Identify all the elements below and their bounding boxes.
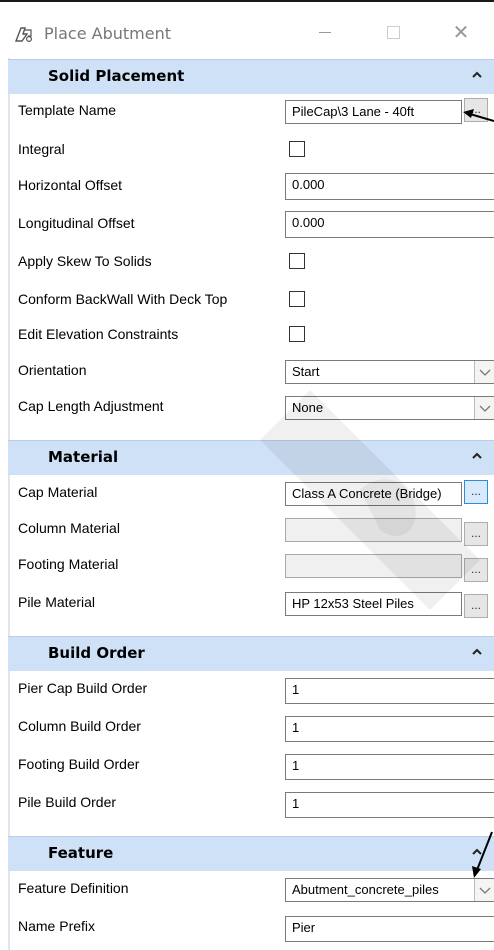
annotation-arrow-template bbox=[463, 109, 494, 122]
place-abutment-dialog: Place Abutment ✕ Solid Placement Templat… bbox=[0, 0, 494, 950]
annotation-arrow-feature bbox=[472, 831, 493, 878]
annotation-arrows bbox=[463, 109, 494, 878]
